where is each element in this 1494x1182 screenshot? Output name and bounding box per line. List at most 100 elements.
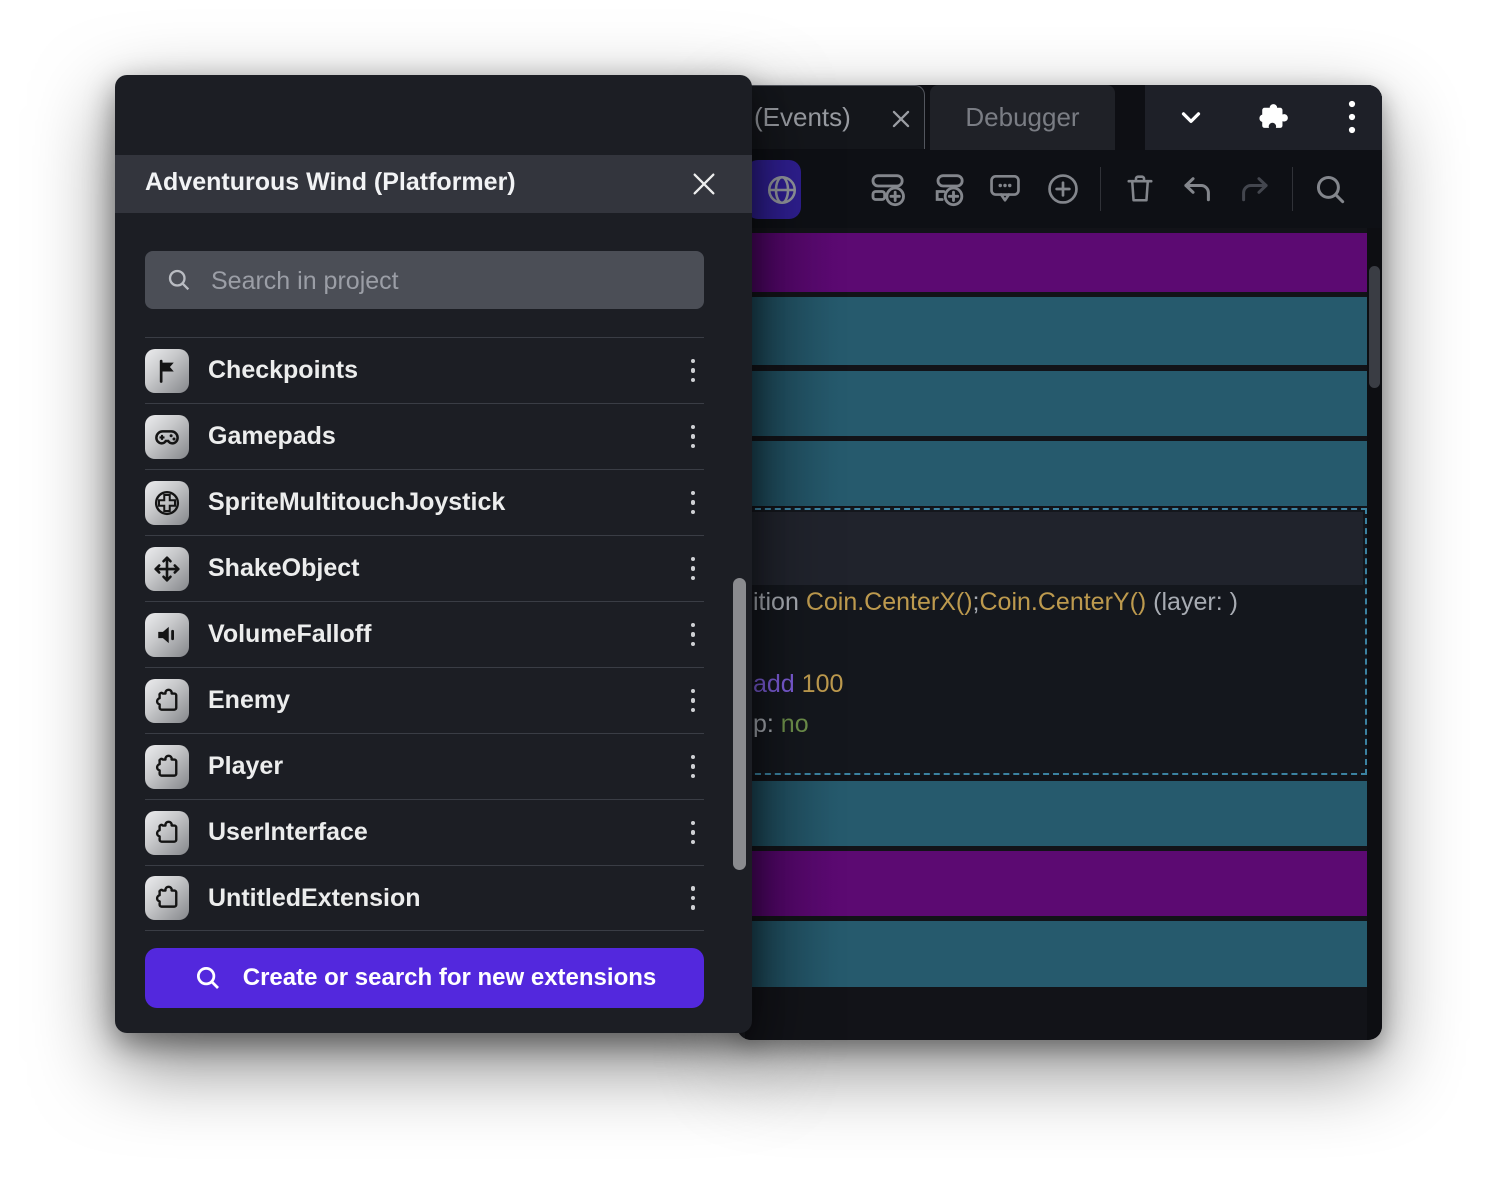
extensions-button[interactable] xyxy=(1249,97,1293,137)
event-condition-area[interactable] xyxy=(749,512,1363,585)
item-menu-button[interactable] xyxy=(678,615,708,655)
item-menu-button[interactable] xyxy=(678,747,708,787)
list-item-untitled-extension[interactable]: UntitledExtension xyxy=(145,865,704,931)
window-menu-button[interactable] xyxy=(1330,97,1374,137)
list-item-label: ShakeObject xyxy=(208,554,678,583)
list-item-label: VolumeFalloff xyxy=(208,620,678,649)
joystick-icon xyxy=(145,481,189,525)
tab-bar: (Events) Debugger xyxy=(737,85,1382,150)
list-item-checkpoints[interactable]: Checkpoints xyxy=(145,337,704,403)
add-subevent-icon xyxy=(928,169,968,209)
globe-icon xyxy=(764,172,800,208)
create-extension-label: Create or search for new extensions xyxy=(243,964,656,992)
code-expression: Coin.CenterY() xyxy=(980,588,1147,616)
list-item-player[interactable]: Player xyxy=(145,733,704,799)
puzzle-icon xyxy=(145,876,189,920)
add-event-button[interactable] xyxy=(868,169,908,209)
search-events-button[interactable] xyxy=(1310,169,1350,209)
undo-button[interactable] xyxy=(1177,169,1217,209)
redo-button[interactable] xyxy=(1235,169,1275,209)
list-item-gamepads[interactable]: Gamepads xyxy=(145,403,704,469)
item-menu-button[interactable] xyxy=(678,813,708,853)
dialog-scrollbar-thumb[interactable] xyxy=(733,578,746,870)
event-action-line[interactable]: p: no xyxy=(753,710,809,739)
item-menu-button[interactable] xyxy=(678,681,708,721)
code-text: ition xyxy=(753,588,806,616)
event-row[interactable] xyxy=(745,297,1367,365)
dialog-header: Adventurous Wind (Platformer) xyxy=(115,155,752,213)
project-title: Adventurous Wind (Platformer) xyxy=(145,168,516,197)
collapse-tabs-button[interactable] xyxy=(1169,97,1213,137)
undo-icon xyxy=(1178,170,1216,208)
close-icon xyxy=(892,110,910,128)
add-action-button[interactable] xyxy=(1043,169,1083,209)
list-item-shake-object[interactable]: ShakeObject xyxy=(145,535,704,601)
puzzle-icon xyxy=(1254,100,1288,134)
puzzle-icon xyxy=(145,811,189,855)
list-item-user-interface[interactable]: UserInterface xyxy=(145,799,704,865)
toolbar-divider xyxy=(1292,167,1293,211)
flag-icon xyxy=(145,349,189,393)
item-menu-button[interactable] xyxy=(678,878,708,918)
selected-event[interactable]: ition Coin.CenterX();Coin.CenterY() (lay… xyxy=(745,508,1367,775)
toolbar-active-toggle[interactable] xyxy=(746,160,801,219)
event-row[interactable] xyxy=(745,851,1367,916)
search-icon xyxy=(193,963,223,993)
redo-icon xyxy=(1236,170,1274,208)
item-menu-button[interactable] xyxy=(678,417,708,457)
window-controls-block xyxy=(1145,85,1382,150)
event-row[interactable] xyxy=(745,781,1367,846)
tab-events[interactable]: (Events) xyxy=(737,85,925,149)
events-scrollbar-thumb[interactable] xyxy=(1369,266,1380,388)
list-item-enemy[interactable]: Enemy xyxy=(145,667,704,733)
search-icon xyxy=(1311,170,1349,208)
add-comment-button[interactable] xyxy=(985,169,1025,209)
event-action-line[interactable]: ition Coin.CenterX();Coin.CenterY() (lay… xyxy=(753,588,1238,617)
kebab-menu-icon xyxy=(1347,99,1357,135)
create-extension-button[interactable]: Create or search for new extensions xyxy=(145,948,704,1008)
add-subevent-button[interactable] xyxy=(928,169,968,209)
list-item-label: SpriteMultitouchJoystick xyxy=(208,488,678,517)
item-menu-button[interactable] xyxy=(678,483,708,523)
puzzle-icon xyxy=(145,679,189,723)
list-item-volume-falloff[interactable]: VolumeFalloff xyxy=(145,601,704,667)
code-value: no xyxy=(781,710,809,738)
chevron-down-icon xyxy=(1176,102,1206,132)
project-manager-dialog: Adventurous Wind (Platformer) Checkpoint… xyxy=(115,75,752,1033)
item-menu-button[interactable] xyxy=(678,351,708,391)
comment-icon xyxy=(986,170,1024,208)
gamepad-icon xyxy=(145,415,189,459)
list-item-sprite-multitouch-joystick[interactable]: SpriteMultitouchJoystick xyxy=(145,469,704,535)
move-arrows-icon xyxy=(145,547,189,591)
tab-close-button[interactable] xyxy=(886,104,916,134)
event-row[interactable] xyxy=(745,921,1367,987)
close-icon xyxy=(690,170,718,198)
tab-debugger-label: Debugger xyxy=(965,102,1079,133)
speaker-icon xyxy=(145,613,189,657)
trash-icon xyxy=(1122,171,1158,207)
code-text: ; xyxy=(973,588,980,616)
item-menu-button[interactable] xyxy=(678,549,708,589)
search-icon xyxy=(165,266,193,299)
screen: (Events) Debugger xyxy=(0,0,1494,1182)
code-keyword: add xyxy=(753,670,802,698)
delete-button[interactable] xyxy=(1120,169,1160,209)
puzzle-icon xyxy=(145,745,189,789)
code-text: p: xyxy=(753,710,781,738)
event-row[interactable] xyxy=(745,233,1367,292)
tab-debugger[interactable]: Debugger xyxy=(930,85,1115,150)
list-item-label: UserInterface xyxy=(208,818,678,847)
list-item-label: Gamepads xyxy=(208,422,678,451)
dialog-close-button[interactable] xyxy=(686,167,722,201)
search-input[interactable] xyxy=(209,251,693,311)
events-sheet: ition Coin.CenterX();Coin.CenterY() (lay… xyxy=(745,228,1367,1040)
list-item-label: Checkpoints xyxy=(208,356,678,385)
project-search xyxy=(145,251,704,309)
event-action-line[interactable]: add 100 xyxy=(753,670,843,699)
list-item-label: Player xyxy=(208,752,678,781)
extensions-list: Checkpoints Gamepads SpriteMultitouchJoy… xyxy=(145,337,704,931)
editor-window: (Events) Debugger xyxy=(737,85,1382,1040)
event-row[interactable] xyxy=(745,441,1367,506)
code-number: 100 xyxy=(802,670,844,698)
event-row[interactable] xyxy=(745,371,1367,436)
